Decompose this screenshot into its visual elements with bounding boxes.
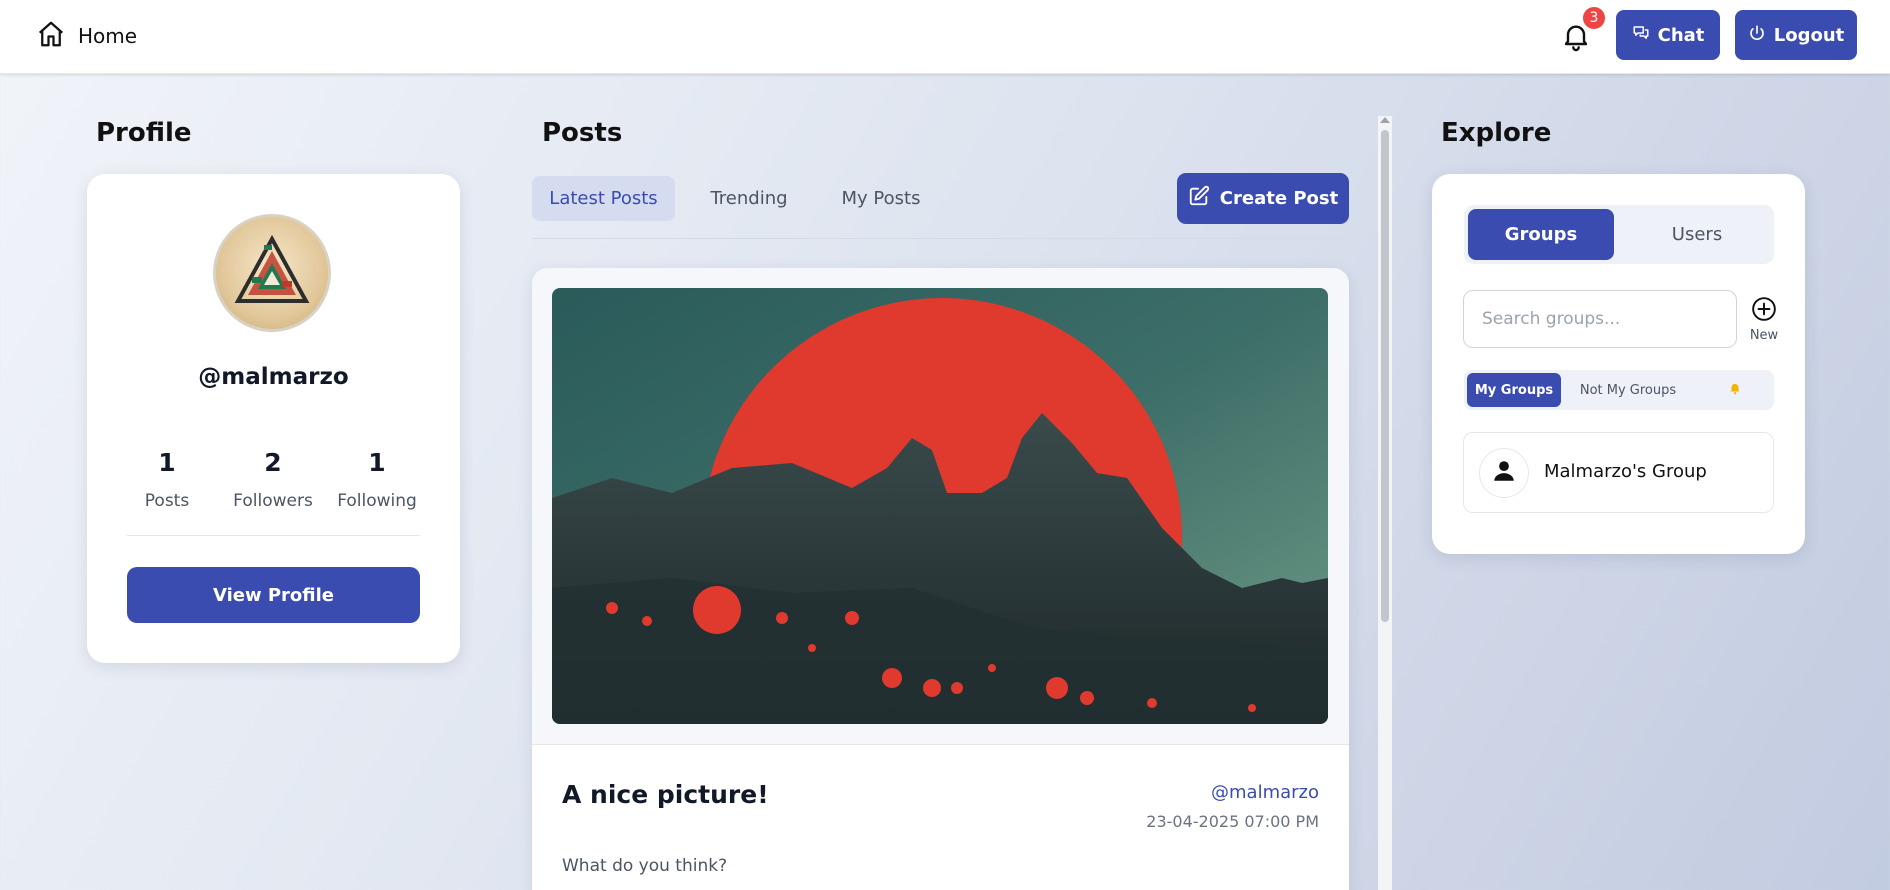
segment-users[interactable]: Users	[1624, 209, 1770, 260]
stat-following-label: Following	[337, 491, 417, 511]
profile-section-title: Profile	[96, 118, 192, 148]
plus-circle-icon	[1751, 297, 1777, 326]
segment-groups[interactable]: Groups	[1468, 209, 1614, 260]
stat-following: 1 Following	[327, 448, 427, 511]
new-group-button[interactable]: New	[1744, 296, 1784, 344]
stat-posts-label: Posts	[144, 491, 190, 511]
group-avatar	[1479, 448, 1529, 498]
home-label: Home	[78, 24, 138, 48]
posts-scrollbar-thumb[interactable]	[1381, 130, 1389, 622]
explore-card: Groups Users New My Groups Not My Groups	[1432, 174, 1805, 554]
create-post-label: Create Post	[1219, 188, 1339, 209]
search-groups-input[interactable]	[1463, 290, 1737, 348]
stat-following-value: 1	[368, 448, 386, 477]
profile-card: @malmarzo 1 Posts 2 Followers 1 Followin…	[87, 174, 460, 663]
post-image[interactable]	[552, 288, 1328, 724]
notification-count-badge: 3	[1581, 5, 1607, 31]
tabs-divider	[532, 238, 1349, 239]
create-post-button[interactable]: Create Post	[1177, 173, 1349, 224]
view-profile-button[interactable]: View Profile	[127, 567, 420, 623]
stat-followers-label: Followers	[233, 491, 313, 511]
tab-latest-posts[interactable]: Latest Posts	[532, 176, 675, 221]
power-icon	[1748, 24, 1766, 47]
post-body: What do you think?	[562, 856, 728, 876]
edit-icon	[1188, 185, 1210, 212]
filter-notifications[interactable]	[1700, 373, 1770, 407]
tab-trending[interactable]: Trending	[690, 176, 808, 221]
filter-not-my-groups[interactable]: Not My Groups	[1568, 373, 1688, 407]
stat-followers-value: 2	[264, 448, 282, 477]
logout-button[interactable]: Logout	[1735, 10, 1857, 60]
tab-my-posts[interactable]: My Posts	[826, 176, 936, 221]
logout-label: Logout	[1773, 24, 1845, 46]
post-card: A nice picture! @malmarzo 23-04-2025 07:…	[532, 268, 1349, 890]
chat-button[interactable]: Chat	[1616, 10, 1720, 60]
stat-posts: 1 Posts	[117, 448, 217, 511]
group-list-item[interactable]: Malmarzo's Group	[1463, 432, 1774, 513]
group-filter-control: My Groups Not My Groups	[1464, 370, 1774, 410]
post-date: 23-04-2025 07:00 PM	[1146, 812, 1319, 831]
home-icon	[36, 19, 66, 53]
chat-label: Chat	[1657, 24, 1705, 46]
chat-icon	[1632, 24, 1650, 47]
scroll-up-arrow-icon[interactable]	[1380, 117, 1390, 123]
top-navbar: Home 3 Chat Logout	[0, 0, 1890, 74]
profile-divider	[127, 535, 420, 536]
post-image-container	[532, 268, 1349, 745]
avatar	[213, 214, 331, 332]
profile-username: @malmarzo	[198, 364, 349, 390]
home-link[interactable]: Home	[36, 20, 137, 52]
stat-followers: 2 Followers	[223, 448, 323, 511]
post-title: A nice picture!	[562, 780, 769, 809]
filter-my-groups[interactable]: My Groups	[1467, 373, 1561, 407]
bell-icon	[1728, 381, 1742, 399]
explore-section-title: Explore	[1441, 118, 1552, 148]
group-name: Malmarzo's Group	[1544, 461, 1707, 482]
new-group-label: New	[1749, 328, 1779, 343]
stat-posts-value: 1	[158, 448, 176, 477]
posts-section-title: Posts	[542, 118, 623, 148]
post-author-link[interactable]: @malmarzo	[1211, 782, 1319, 803]
explore-segment-control: Groups Users	[1464, 205, 1774, 264]
user-icon	[1491, 458, 1517, 488]
